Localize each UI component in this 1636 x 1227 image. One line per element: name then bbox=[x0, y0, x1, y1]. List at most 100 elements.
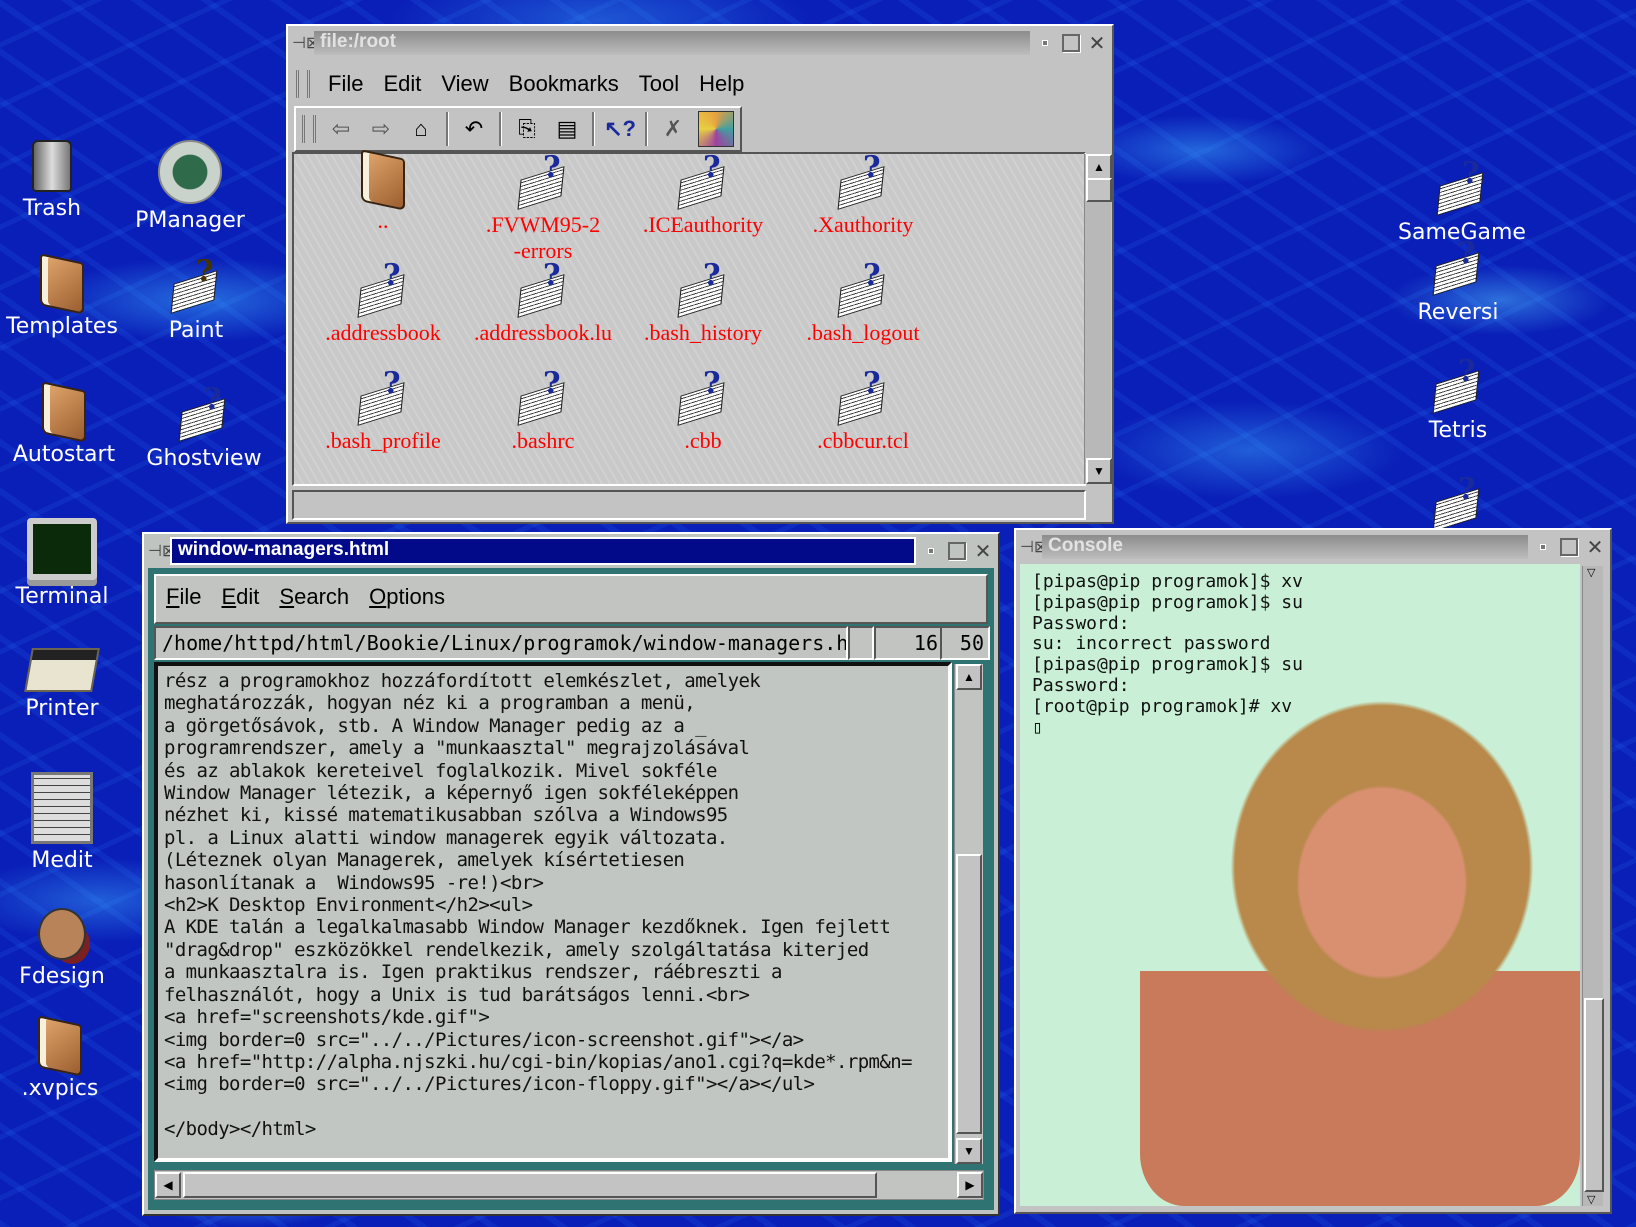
desktop-icon[interactable] bbox=[1388, 472, 1528, 536]
window-title: window-managers.html bbox=[170, 537, 916, 565]
stop-icon[interactable]: ✗ bbox=[658, 114, 688, 144]
minimize-button[interactable] bbox=[1532, 536, 1554, 558]
scroll-right-button[interactable]: ▶ bbox=[957, 1172, 983, 1198]
reload-icon[interactable]: ↶ bbox=[459, 114, 489, 144]
file-manager-toolbar: ⇦ ⇨ ⌂ ↶ ⎘ ▤ ↖? ✗ bbox=[294, 106, 742, 152]
file-name: .bash_logout bbox=[806, 320, 920, 345]
file-item[interactable]: .ICEauthority bbox=[628, 150, 778, 238]
desktop-icon-label: Tetris bbox=[1428, 418, 1488, 443]
editor-horizontal-scrollbar[interactable]: ◀ ▶ bbox=[154, 1170, 984, 1200]
maximize-button[interactable] bbox=[1558, 536, 1580, 558]
file-view[interactable]: .. .FVWM95-2 -errors .ICEauthority .Xauthor… bbox=[292, 149, 1086, 486]
close-button[interactable]: ✕ bbox=[1584, 536, 1606, 559]
console-scrollbar[interactable]: ▽ ▽ bbox=[1582, 566, 1604, 1206]
menu-help[interactable]: Help bbox=[699, 71, 744, 97]
editor-menubar: File Edit Search Options bbox=[154, 574, 988, 624]
maximize-button[interactable] bbox=[1060, 32, 1082, 54]
file-item[interactable]: .addressbook bbox=[308, 258, 458, 346]
help-icon[interactable]: ↖? bbox=[604, 114, 636, 144]
file-manager-titlebar[interactable]: ⊣⊠ file:/root ✕ bbox=[292, 30, 1108, 56]
toolbar-handle[interactable] bbox=[302, 115, 316, 143]
desktop-icon-label: Medit bbox=[31, 848, 93, 873]
desktop-icon[interactable]: Trash bbox=[0, 140, 122, 221]
forward-icon[interactable]: ⇨ bbox=[366, 114, 396, 144]
editor-titlebar[interactable]: ⊣⊠ window-managers.html ✕ bbox=[148, 537, 994, 565]
pin-icon[interactable]: ⊣⊠ bbox=[292, 33, 319, 53]
scroll-up-button[interactable]: ▲ bbox=[956, 664, 982, 690]
desktop-icon[interactable]: Fdesign bbox=[0, 908, 132, 989]
console-titlebar[interactable]: ⊣⊠ Console ✕ bbox=[1020, 534, 1606, 560]
editor-vertical-scrollbar[interactable]: ▲ ▼ bbox=[954, 664, 983, 1164]
desktop-icon[interactable]: Medit bbox=[0, 772, 132, 873]
window-title: Console bbox=[1042, 535, 1528, 559]
menu-search[interactable]: Search bbox=[279, 584, 349, 610]
paste-icon[interactable]: ▤ bbox=[552, 114, 582, 144]
desktop-icon[interactable]: .xvpics bbox=[0, 1015, 130, 1101]
file-item[interactable]: .bash_profile bbox=[308, 366, 458, 454]
desktop-icon[interactable]: Tetris bbox=[1388, 354, 1528, 443]
maximize-button[interactable] bbox=[946, 540, 968, 562]
file-name: .. bbox=[377, 208, 389, 233]
pin-icon[interactable]: ⊣⊠ bbox=[1020, 537, 1047, 557]
file-item[interactable]: .Xauthority bbox=[788, 150, 938, 238]
file-path-field[interactable]: /home/httpd/html/Bookie/Linux/programok/… bbox=[154, 626, 848, 660]
desktop-icon[interactable]: Ghostview bbox=[134, 382, 274, 471]
menu-file[interactable]: File bbox=[328, 71, 363, 97]
scroll-thumb[interactable] bbox=[956, 854, 982, 1134]
file-item[interactable]: .addressbook.lu bbox=[468, 258, 618, 346]
menu-file[interactable]: File bbox=[166, 584, 201, 610]
desktop-icon[interactable]: Templates bbox=[0, 253, 132, 339]
menubar-handle[interactable] bbox=[296, 70, 310, 98]
file-view-scrollbar[interactable]: ▲ ▼ bbox=[1084, 154, 1112, 484]
desktop-icon[interactable]: Reversi bbox=[1388, 236, 1528, 325]
kde-logo-icon[interactable] bbox=[698, 111, 734, 147]
document-icon bbox=[355, 258, 411, 318]
file-name: .bash_profile bbox=[325, 428, 441, 453]
document-icon bbox=[515, 150, 571, 210]
file-name: .addressbook bbox=[325, 320, 441, 345]
desktop-icon-label: Fdesign bbox=[19, 964, 105, 989]
file-name: .bash_history bbox=[644, 320, 762, 345]
desktop-icon[interactable]: PManager bbox=[120, 140, 260, 233]
menu-edit[interactable]: Edit bbox=[221, 584, 259, 610]
file-item[interactable]: .bash_logout bbox=[788, 258, 938, 346]
menu-view[interactable]: View bbox=[441, 71, 488, 97]
desktop-icon-label: Ghostview bbox=[146, 446, 262, 471]
menu-tool[interactable]: Tool bbox=[639, 71, 679, 97]
file-item[interactable]: .bash_history bbox=[628, 258, 778, 346]
console-terminal[interactable]: [pipas@pip programok]$ xv [pipas@pip pro… bbox=[1020, 564, 1580, 1206]
menu-bookmarks[interactable]: Bookmarks bbox=[509, 71, 619, 97]
document-icon bbox=[515, 366, 571, 426]
desktop-icon[interactable]: Paint bbox=[126, 254, 266, 343]
file-item[interactable]: .bashrc bbox=[468, 366, 618, 454]
scroll-down-button[interactable]: ▽ bbox=[1587, 1193, 1595, 1206]
close-button[interactable]: ✕ bbox=[1086, 32, 1108, 55]
scroll-thumb[interactable] bbox=[1584, 998, 1604, 1192]
pin-icon[interactable]: ⊣⊠ bbox=[148, 541, 175, 561]
file-item[interactable]: .cbbcur.tcl bbox=[788, 366, 938, 454]
minimize-button[interactable] bbox=[1034, 32, 1056, 54]
desktop-icon[interactable]: Autostart bbox=[0, 381, 134, 467]
file-item[interactable]: .. bbox=[308, 149, 458, 234]
desktop-icon[interactable]: SameGame bbox=[1392, 156, 1532, 245]
editor-text-area[interactable]: rész a programokhoz hozzáfordított elemk… bbox=[154, 662, 952, 1162]
minimize-button[interactable] bbox=[920, 540, 942, 562]
menu-edit[interactable]: Edit bbox=[383, 71, 421, 97]
desktop-icon[interactable]: Printer bbox=[0, 648, 132, 721]
file-item[interactable]: .cbb bbox=[628, 366, 778, 454]
back-icon[interactable]: ⇦ bbox=[326, 114, 356, 144]
scroll-thumb[interactable] bbox=[183, 1172, 877, 1198]
scroll-down-button[interactable]: ▼ bbox=[956, 1138, 982, 1164]
scroll-thumb[interactable] bbox=[1086, 178, 1112, 202]
close-button[interactable]: ✕ bbox=[972, 540, 994, 563]
desktop-icon[interactable]: Terminal bbox=[0, 518, 132, 609]
scroll-up-button[interactable]: ▲ bbox=[1086, 154, 1112, 180]
file-item[interactable]: .FVWM95-2 -errors bbox=[468, 150, 618, 264]
home-icon[interactable]: ⌂ bbox=[406, 114, 436, 144]
file-manager-menubar: File Edit View Bookmarks Tool Help bbox=[296, 66, 744, 102]
scroll-down-button[interactable]: ▼ bbox=[1086, 458, 1112, 484]
scroll-up-button[interactable]: ▽ bbox=[1587, 566, 1595, 579]
copy-icon[interactable]: ⎘ bbox=[512, 114, 542, 144]
scroll-left-button[interactable]: ◀ bbox=[155, 1172, 181, 1198]
menu-options[interactable]: Options bbox=[369, 584, 445, 610]
